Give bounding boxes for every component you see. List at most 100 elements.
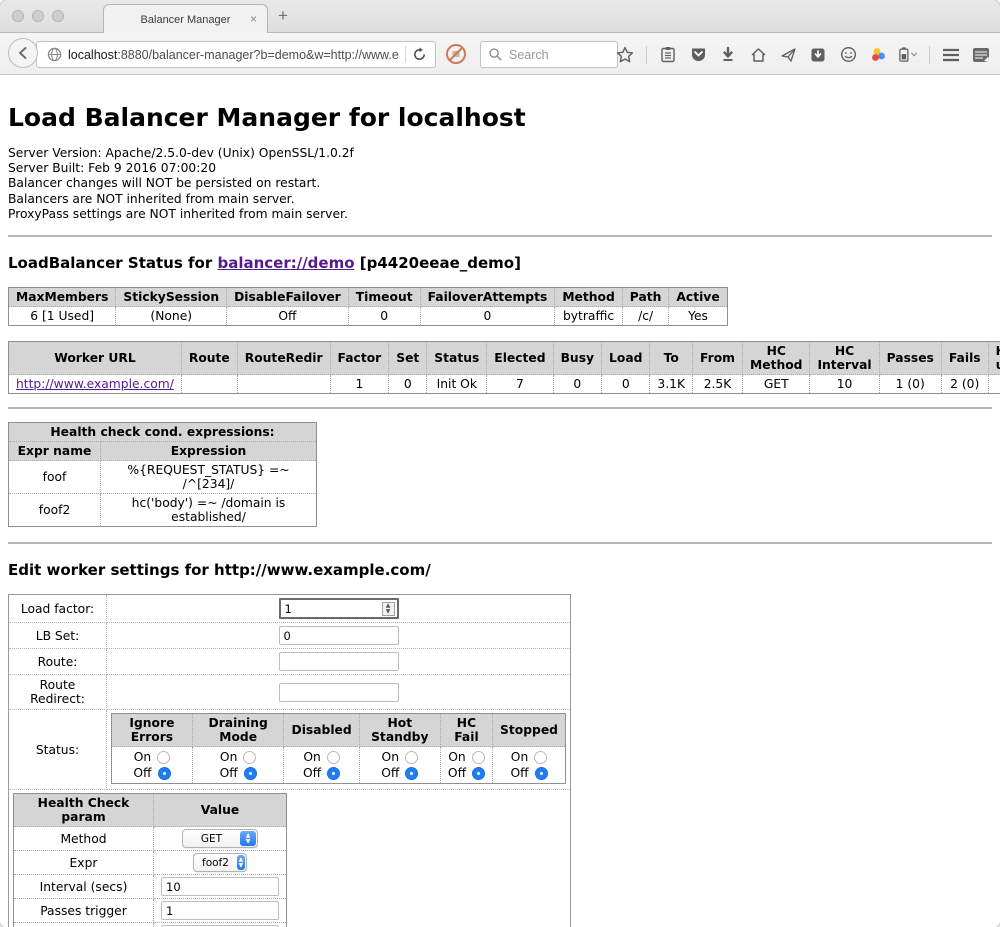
hc-expr-label: Expr — [14, 851, 154, 875]
balancer-status-table: MaxMembers StickySession DisableFailover… — [8, 287, 728, 326]
balancer-demo-link[interactable]: balancer://demo — [217, 254, 354, 272]
status-cell-disabled: On Off — [284, 747, 359, 784]
smiley-icon[interactable] — [839, 46, 857, 64]
server-info: Server Version: Apache/2.5.0-dev (Unix) … — [8, 146, 992, 222]
url-bar[interactable]: localhost:8880/balancer-manager?b=demo&w… — [36, 41, 436, 68]
hc-method-label: Method — [14, 827, 154, 851]
toolbar-icons — [616, 41, 990, 68]
divider — [8, 407, 992, 409]
hc-interval-label: Interval (secs) — [14, 875, 154, 899]
divider — [8, 542, 992, 544]
bookmark-star-icon[interactable] — [616, 46, 634, 64]
navigation-bar: localhost:8880/balancer-manager?b=demo&w… — [0, 33, 1000, 75]
status-cell-draining-mode: On Off — [192, 747, 284, 784]
chevron-down-icon — [911, 52, 917, 57]
lb-set-row: LB Set: — [9, 623, 571, 649]
radio-disabled-on[interactable] — [327, 751, 340, 764]
lb-set-label: LB Set: — [9, 623, 107, 649]
route-redirect-row: Route Redirect: — [9, 675, 571, 710]
status-cell-hc-fail: On Off — [440, 747, 492, 784]
hc-interval-input[interactable] — [161, 877, 279, 896]
battery-icon[interactable] — [899, 46, 917, 64]
server-version-line: Server Version: Apache/2.5.0-dev (Unix) … — [8, 146, 992, 161]
select-stepper-icon: ▲▼ — [237, 855, 245, 870]
status-row: Status: Ignore Errors Draining Mode Disa… — [9, 710, 571, 790]
table-row: foof %{REQUEST_STATUS} =~ /^[234]/ — [9, 461, 317, 494]
balancer-status-heading: LoadBalancer Status for balancer://demo … — [8, 254, 992, 272]
radio-hc-fail-off[interactable] — [472, 767, 485, 780]
edit-worker-form: Load factor: ▲▼ LB Set: Route: Route Red… — [8, 594, 571, 927]
status-cell-ignore-errors: On Off — [112, 747, 193, 784]
page-title: Load Balancer Manager for localhost — [8, 103, 992, 132]
select-stepper-icon: ▲▼ — [240, 831, 256, 846]
worker-status-table: Worker URL Route RouteRedir Factor Set S… — [8, 341, 1000, 394]
status-cell-stopped: On Off — [493, 747, 566, 784]
hc-expr-caption: Health check cond. expressions: — [9, 423, 317, 442]
hc-expr-select[interactable]: foof2 ▲▼ — [193, 853, 247, 872]
search-placeholder: Search — [509, 48, 549, 62]
hc-fails-label: Fails trigger) — [14, 923, 154, 927]
health-check-params-row: Health Check param Value Method GET ▲▼ — [9, 790, 571, 927]
radio-ignore-errors-on[interactable] — [157, 751, 170, 764]
radio-hot-standby-on[interactable] — [405, 751, 418, 764]
url-text[interactable]: localhost:8880/balancer-manager?b=demo&w… — [68, 48, 399, 62]
table-row: http://www.example.com/ 1 0 Init Ok 7 0 … — [9, 375, 1000, 394]
menu-hamburger-icon[interactable] — [942, 46, 960, 64]
tab-balancer-manager[interactable]: Balancer Manager × — [103, 4, 268, 34]
route-label: Route: — [9, 649, 107, 675]
download-arrow-icon[interactable] — [719, 46, 737, 64]
radio-hc-fail-on[interactable] — [472, 751, 485, 764]
route-input[interactable] — [279, 652, 399, 671]
server-built-line: Server Built: Feb 9 2016 07:00:20 — [8, 161, 992, 176]
number-spinner[interactable]: ▲▼ — [382, 602, 395, 616]
send-plane-icon[interactable] — [779, 46, 797, 64]
hc-method-select[interactable]: GET ▲▼ — [182, 829, 258, 848]
worker-url-link[interactable]: http://www.example.com/ — [16, 377, 174, 391]
radio-stopped-on[interactable] — [534, 751, 547, 764]
toolbar-separator — [929, 46, 930, 64]
grid-panel-icon[interactable] — [972, 46, 990, 64]
hc-passes-label: Passes trigger — [14, 899, 154, 923]
zoom-window-button[interactable] — [52, 10, 64, 22]
radio-ignore-errors-off[interactable] — [158, 767, 171, 780]
proxypass-note-line: ProxyPass settings are NOT inherited fro… — [8, 207, 992, 222]
inherit-note-line: Balancers are NOT inherited from main se… — [8, 192, 992, 207]
route-row: Route: — [9, 649, 571, 675]
square-download-icon[interactable] — [809, 46, 827, 64]
pocket-shield-icon[interactable] — [689, 46, 707, 64]
route-redirect-label: Route Redirect: — [9, 675, 107, 710]
radio-draining-mode-on[interactable] — [243, 751, 256, 764]
load-factor-input[interactable] — [279, 598, 399, 619]
search-icon — [481, 47, 503, 62]
reload-icon[interactable] — [412, 47, 427, 62]
radio-disabled-off[interactable] — [327, 767, 340, 780]
load-factor-row: Load factor: ▲▼ — [9, 595, 571, 623]
tab-close-icon[interactable]: × — [250, 12, 257, 26]
globe-icon — [47, 47, 62, 62]
persist-note-line: Balancer changes will NOT be persisted o… — [8, 176, 992, 191]
clipboard-icon[interactable] — [659, 46, 677, 64]
route-redirect-input[interactable] — [279, 683, 399, 702]
table-row: 6 [1 Used] (None) Off 0 0 bytraffic /c/ … — [9, 307, 728, 326]
color-dots-icon[interactable] — [869, 46, 887, 64]
health-check-params-table: Health Check param Value Method GET ▲▼ — [13, 793, 287, 927]
close-window-button[interactable] — [12, 10, 24, 22]
page-content: Load Balancer Manager for localhost Serv… — [0, 76, 1000, 927]
status-cell-hot-standby: On Off — [359, 747, 440, 784]
search-bar[interactable]: Search — [480, 41, 618, 68]
window-controls[interactable] — [12, 10, 64, 22]
table-row: foof2 hc('body') =~ /domain is establish… — [9, 494, 317, 527]
radio-stopped-off[interactable] — [535, 767, 548, 780]
tab-title: Balancer Manager — [141, 14, 231, 26]
radio-draining-mode-off[interactable] — [244, 767, 257, 780]
home-icon[interactable] — [749, 46, 767, 64]
plugin-blocked-icon[interactable] — [444, 42, 468, 66]
back-button[interactable] — [8, 38, 38, 68]
minimize-window-button[interactable] — [32, 10, 44, 22]
status-options-table: Ignore Errors Draining Mode Disabled Hot… — [111, 713, 566, 784]
hc-passes-input[interactable] — [161, 901, 279, 920]
radio-hot-standby-off[interactable] — [405, 767, 418, 780]
new-tab-button[interactable]: + — [278, 6, 288, 26]
lb-set-input[interactable] — [279, 626, 399, 645]
status-label: Status: — [9, 710, 107, 790]
